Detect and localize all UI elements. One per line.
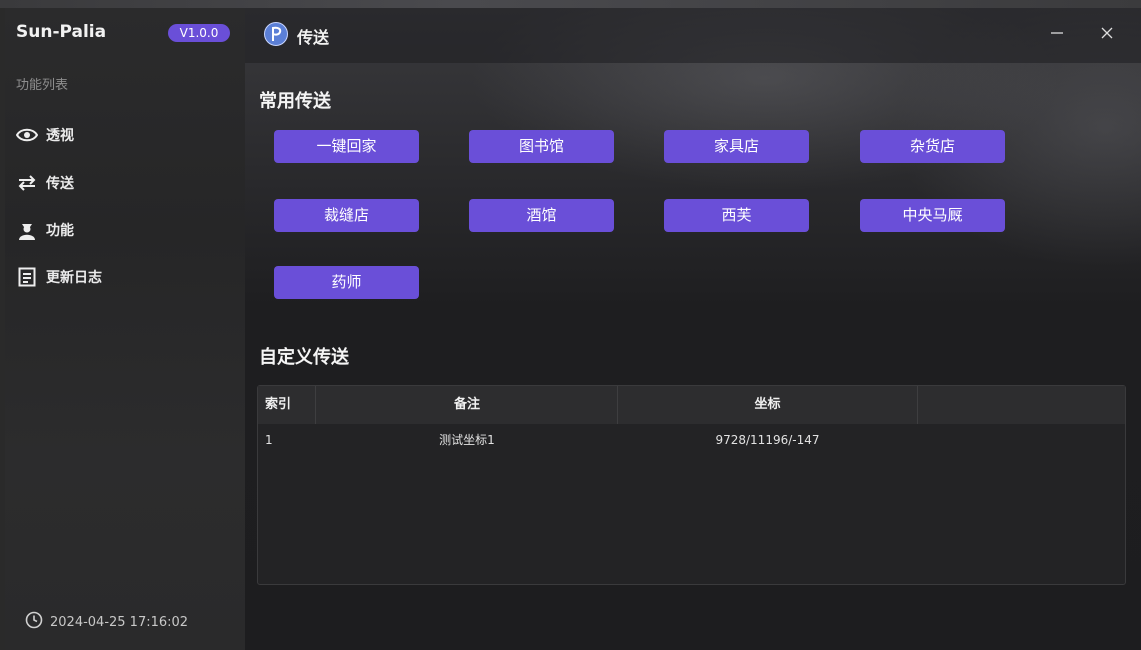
cell-index: 1 <box>265 433 273 447</box>
close-icon <box>1100 25 1114 44</box>
column-header-coords[interactable]: 坐标 <box>618 386 918 424</box>
sidebar-item-xray[interactable]: 透视 <box>16 120 236 150</box>
column-header-note[interactable]: 备注 <box>317 386 618 424</box>
clock: 2024-04-25 17:16:02 <box>25 611 188 633</box>
teleport-central-stable-button[interactable]: 中央马厩 <box>860 199 1005 232</box>
app-name: Sun-Palia <box>16 22 107 42</box>
teleport-tavern-button[interactable]: 酒馆 <box>469 199 614 232</box>
cell-note: 测试坐标1 <box>439 433 495 447</box>
custom-teleport-table: 索引 备注 坐标 1 测试坐标1 9728/11196/-147 <box>257 385 1126 585</box>
clock-icon <box>25 611 43 633</box>
table-row[interactable]: 1 测试坐标1 9728/11196/-147 <box>258 426 1125 454</box>
close-button[interactable] <box>1093 20 1121 48</box>
app-window: Sun-Palia V1.0.0 功能列表 透视 传送 功能 更新日志 2024… <box>5 8 1141 650</box>
teleport-home-button[interactable]: 一键回家 <box>274 130 419 163</box>
person-icon <box>16 219 38 241</box>
minimize-button[interactable] <box>1043 20 1071 48</box>
table-header: 索引 备注 坐标 <box>258 386 1125 424</box>
sidebar-item-label: 功能 <box>46 223 74 239</box>
sidebar-item-label: 更新日志 <box>46 270 102 286</box>
title-bar: 传送 <box>245 8 1141 63</box>
teleport-general-store-button[interactable]: 杂货店 <box>860 130 1005 163</box>
cell-coords: 9728/11196/-147 <box>715 433 820 447</box>
sidebar-section-label: 功能列表 <box>16 78 69 93</box>
palia-logo-icon <box>264 22 288 46</box>
main-panel: 传送 常用传送 一键回家 图书馆 家具店 杂货店 裁缝店 酒馆 西芙 中央马厩 … <box>245 8 1141 650</box>
document-icon <box>16 266 38 288</box>
sidebar-item-functions[interactable]: 功能 <box>16 215 236 245</box>
teleport-library-button[interactable]: 图书馆 <box>469 130 614 163</box>
swap-arrows-icon <box>16 172 38 194</box>
version-badge: V1.0.0 <box>168 24 230 42</box>
teleport-furniture-store-button[interactable]: 家具店 <box>664 130 809 163</box>
background-strip <box>0 0 1141 8</box>
sidebar-item-changelog[interactable]: 更新日志 <box>16 262 236 292</box>
column-header-empty <box>918 386 1125 424</box>
page-title: 传送 <box>297 28 330 47</box>
teleport-tailor-button[interactable]: 裁缝店 <box>274 199 419 232</box>
sidebar-item-label: 透视 <box>46 128 74 144</box>
minimize-icon <box>1050 25 1064 44</box>
clock-text: 2024-04-25 17:16:02 <box>50 614 189 630</box>
column-header-index[interactable]: 索引 <box>258 386 316 424</box>
teleport-apothecary-button[interactable]: 药师 <box>274 266 419 299</box>
sidebar-item-teleport[interactable]: 传送 <box>16 168 236 198</box>
common-teleport-heading: 常用传送 <box>259 91 331 112</box>
sidebar-item-label: 传送 <box>46 176 74 192</box>
sidebar: Sun-Palia V1.0.0 功能列表 透视 传送 功能 更新日志 2024… <box>5 8 245 650</box>
eye-icon <box>16 124 38 146</box>
teleport-sifuu-button[interactable]: 西芙 <box>664 199 809 232</box>
custom-teleport-heading: 自定义传送 <box>259 347 349 368</box>
